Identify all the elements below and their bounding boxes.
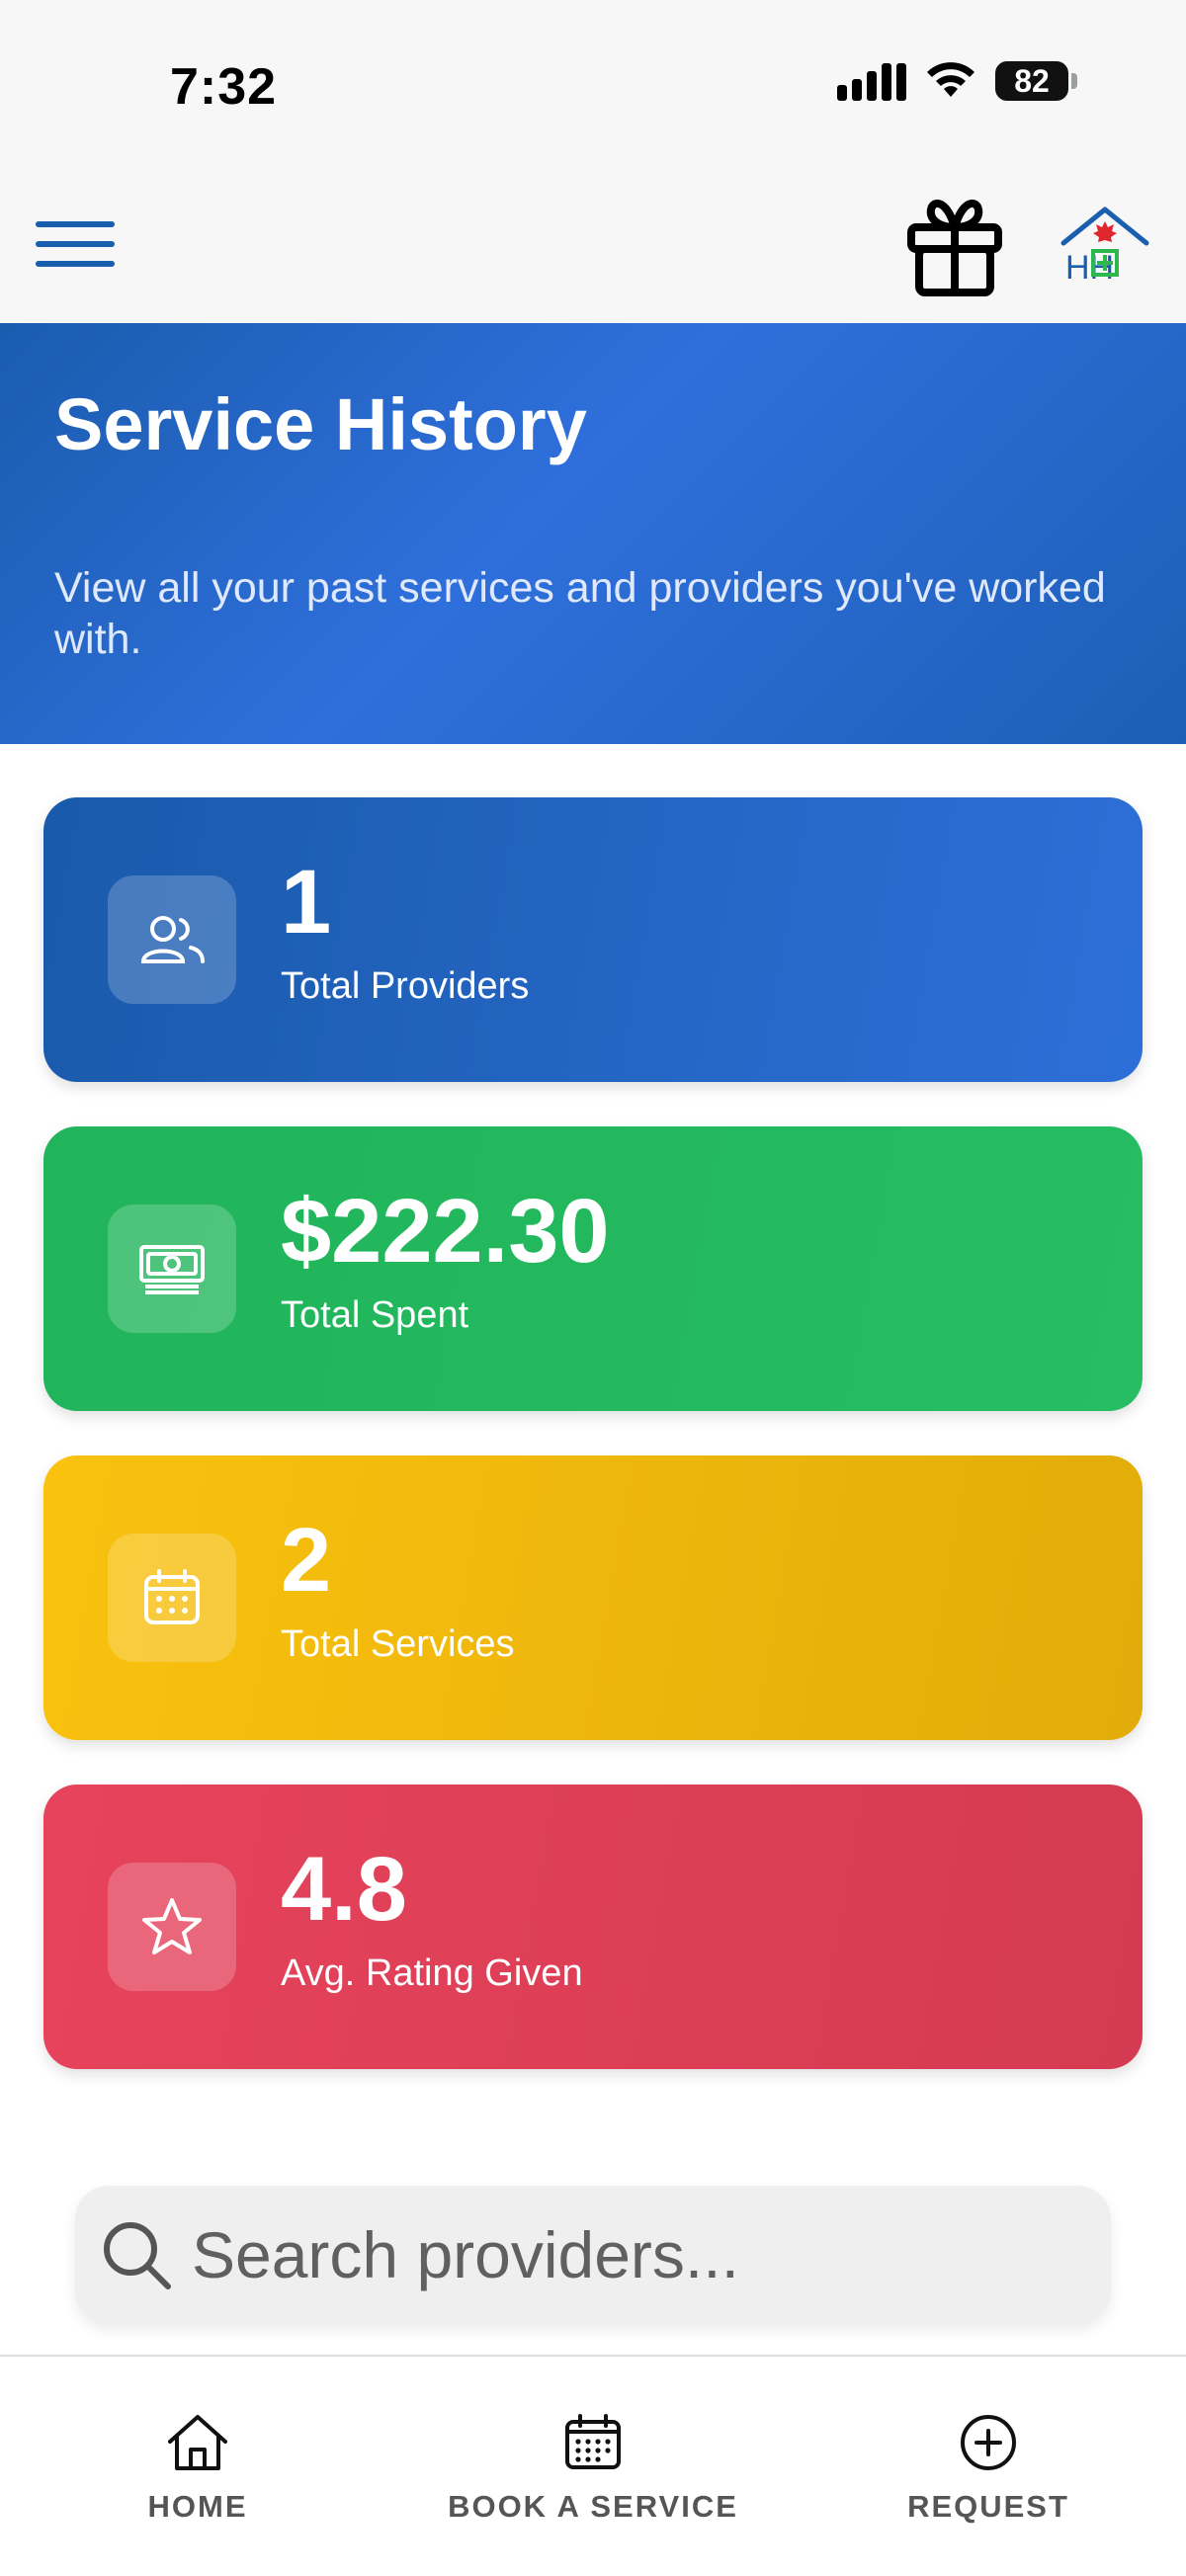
battery-icon: 82 [995, 61, 1077, 101]
stat-value: 4.8 [281, 1839, 407, 1940]
nav-item-request[interactable]: REQUEST [820, 2412, 1156, 2525]
nav-label: BOOK A SERVICE [448, 2489, 738, 2524]
nav-label: HOME [147, 2489, 248, 2524]
calendar-icon [108, 1534, 236, 1662]
page-subtitle: View all your past services and provider… [54, 564, 1106, 663]
search-bar[interactable] [75, 2186, 1111, 2324]
bottom-nav: HOME BOOK A SERVICE REQUEST [0, 2355, 1186, 2576]
stat-card-total-spent: $222.30 Total Spent [43, 1126, 1143, 1411]
search-input[interactable] [192, 2205, 1081, 2304]
stat-label: Avg. Rating Given [281, 1953, 583, 1994]
nav-label: REQUEST [907, 2489, 1069, 2524]
status-time: 7:32 [170, 58, 278, 116]
stat-card-avg-rating: 4.8 Avg. Rating Given [43, 1785, 1143, 2069]
stat-value: $222.30 [281, 1181, 610, 1282]
plus-circle-icon [961, 2415, 1016, 2470]
hamburger-menu-icon[interactable] [36, 217, 115, 273]
home-health-logo[interactable]: HH [1056, 204, 1154, 289]
stat-value: 2 [281, 1510, 332, 1611]
stat-label: Total Providers [281, 965, 530, 1007]
search-icon [104, 2222, 171, 2289]
wifi-icon [927, 62, 974, 97]
stat-label: Total Spent [281, 1294, 469, 1336]
nav-item-book-a-service[interactable]: BOOK A SERVICE [425, 2412, 761, 2525]
stat-value: 1 [281, 852, 332, 953]
status-icons: 82 [837, 61, 1077, 101]
money-icon [108, 1205, 236, 1333]
stat-label: Total Services [281, 1623, 515, 1665]
service-history-screen: 7:32 82 HH Service History View all your… [0, 0, 1186, 2576]
battery-level: 82 [995, 61, 1068, 101]
nav-item-home[interactable]: HOME [30, 2412, 366, 2525]
status-bar: 7:32 82 [0, 0, 1186, 168]
star-icon [108, 1863, 236, 1991]
hero-banner: Service History View all your past servi… [0, 323, 1186, 744]
cellular-signal-icon [837, 61, 906, 101]
home-icon [168, 2415, 227, 2470]
app-header: HH [0, 168, 1186, 323]
stat-card-total-providers: 1 Total Providers [43, 797, 1143, 1082]
calendar-icon [565, 2414, 621, 2469]
users-icon [108, 875, 236, 1004]
gift-icon[interactable] [899, 190, 1010, 300]
stat-card-total-services: 2 Total Services [43, 1455, 1143, 1740]
page-title: Service History [54, 383, 587, 465]
